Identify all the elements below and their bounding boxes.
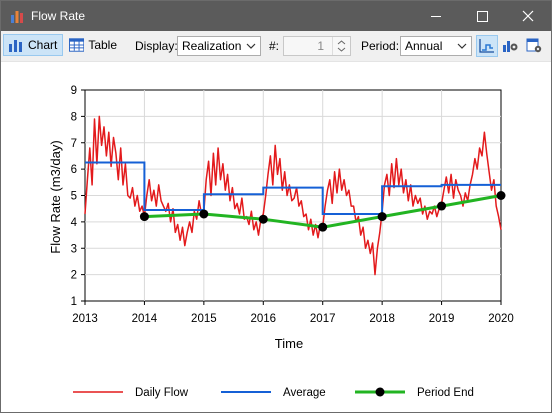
- x-tick-label: 2020: [488, 313, 514, 325]
- y-tick-label: 1: [71, 296, 77, 308]
- y-axis-label: Flow Rate (m3/day): [48, 140, 63, 253]
- legend-label: Period End: [417, 387, 474, 399]
- period-end-point: [139, 212, 149, 222]
- x-tick-label: 2015: [191, 313, 217, 325]
- period-end-point: [258, 214, 268, 224]
- x-tick-label: 2014: [132, 313, 158, 325]
- x-axis-label: Time: [275, 336, 303, 351]
- period-end-point: [318, 222, 328, 232]
- legend-marker: [375, 387, 385, 397]
- y-tick-label: 2: [71, 270, 77, 282]
- y-tick-label: 3: [71, 243, 77, 255]
- x-tick-label: 2016: [250, 313, 276, 325]
- y-tick-label: 6: [71, 164, 77, 176]
- chart-legend: Daily Flow Average Period End: [73, 387, 474, 399]
- y-tick-label: 8: [71, 111, 77, 123]
- y-tick-label: 4: [71, 217, 78, 229]
- period-end-point: [496, 191, 506, 200]
- x-tick-label: 2019: [429, 313, 455, 325]
- y-tick-label: 5: [71, 191, 77, 203]
- flow-rate-chart: 2013 2014 2015 2016 2017 2018 2019 2020 1 2 3 4 5 6 7 8…: [48, 85, 514, 399]
- period-end-point: [377, 212, 387, 222]
- x-tick-label: 2018: [369, 313, 395, 325]
- y-tick-label: 9: [71, 85, 77, 97]
- x-tick-label: 2017: [310, 313, 336, 325]
- period-end-point: [437, 201, 447, 211]
- legend-label: Average: [283, 387, 326, 399]
- period-end-point: [199, 209, 209, 219]
- x-tick-label: 2013: [72, 313, 98, 325]
- flow-rate-window: Flow Rate Chart Table Display: Realizati…: [0, 0, 552, 413]
- legend-label: Daily Flow: [135, 387, 189, 399]
- y-tick-label: 7: [71, 138, 77, 150]
